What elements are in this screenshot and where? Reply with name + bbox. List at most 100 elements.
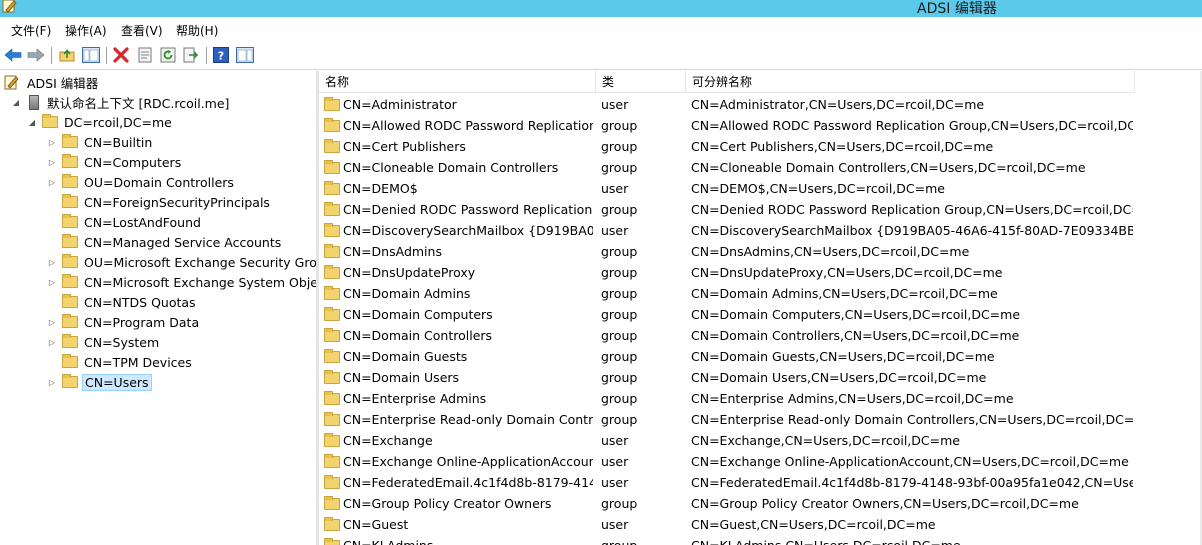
cell-name: CN=DiscoverySearchMailbox {D919BA05... [343,223,593,238]
tree-item-label: CN=TPM Devices [84,354,192,370]
list-row[interactable]: CN=Denied RODC Password Replication ... g… [319,199,1202,220]
expand-arrow-icon[interactable]: ▷ [46,158,58,167]
tree-item-label: CN=Program Data [84,314,200,330]
tree-item[interactable]: CN=LostAndFound [46,212,203,232]
cell-name: CN=Domain Guests [343,349,468,364]
folder-icon [324,516,340,531]
cell-class: user [601,475,629,490]
cell-name: CN=DnsUpdateProxy [343,265,476,280]
folder-icon [324,117,340,132]
up-folder-icon[interactable] [58,46,76,64]
list-row[interactable]: CN=DnsUpdateProxy group CN=DnsUpdateProxy,… [319,262,1202,283]
menu-view[interactable]: 查看(V) [121,22,163,39]
list-row[interactable]: CN=Group Policy Creator Owners group CN=Gr… [319,493,1202,514]
list-row[interactable]: CN=Domain Guests group CN=Domain Guests,CN… [319,346,1202,367]
expand-arrow-icon[interactable]: ▷ [46,258,58,267]
title-bar[interactable]: ADSI 编辑器 [0,0,1202,17]
expand-arrow-icon[interactable]: ▷ [46,178,58,187]
back-arrow-icon[interactable] [4,46,22,64]
tree-item[interactable]: ▷ CN=Microsoft Exchange System Object [46,272,316,292]
folder-icon [62,214,78,228]
tree-connection[interactable]: ◢ 默认命名上下文 [RDC.rcoil.me] [10,92,231,112]
export-list-icon[interactable] [182,46,200,64]
list-row[interactable]: CN=Cloneable Domain Controllers group CN=C… [319,157,1202,178]
action-pane-icon[interactable] [236,46,254,64]
help-icon[interactable]: ? [212,46,230,64]
menu-help[interactable]: 帮助(H) [176,22,218,39]
collapse-arrow-icon[interactable]: ◢ [10,98,22,107]
tree-item[interactable]: CN=NTDS Quotas [46,292,198,312]
tree-item[interactable]: ▷ CN=Users [46,372,152,392]
tree-item[interactable]: CN=ForeignSecurityPrincipals [46,192,272,212]
menu-file[interactable]: 文件(F) [11,22,51,39]
tree-item[interactable]: CN=Managed Service Accounts [46,232,283,252]
expand-arrow-icon[interactable]: ▷ [46,278,58,287]
column-header-dn[interactable]: 可分辨名称 [686,71,1135,93]
forward-arrow-icon[interactable] [27,46,45,64]
folder-icon [324,201,340,216]
tree-item[interactable]: ▷ OU=Domain Controllers [46,172,236,192]
cell-class: group [601,286,638,301]
cell-class: group [601,160,638,175]
list-row[interactable]: CN=Domain Admins group CN=Domain Admins,CN… [319,283,1202,304]
menu-action[interactable]: 操作(A) [65,22,107,39]
folder-icon [62,134,78,148]
tree-item[interactable]: ▷ CN=Computers [46,152,183,172]
cell-name: CN=Denied RODC Password Replication ... [343,202,593,217]
list-row[interactable]: CN=Guest user CN=Guest,CN=Users,DC=rcoil,D… [319,514,1202,535]
toolbar-separator [106,47,107,64]
menu-bar: 文件(F) 操作(A) 查看(V) 帮助(H) [0,17,1202,41]
tree-item[interactable]: ▷ OU=Microsoft Exchange Security Group [46,252,316,272]
tree-item[interactable]: ▷ CN=Builtin [46,132,154,152]
list-row[interactable]: CN=Domain Computers group CN=Domain Comput… [319,304,1202,325]
cell-name: CN=Domain Controllers [343,328,493,343]
list-row[interactable]: CN=Enterprise Admins group CN=Enterprise A… [319,388,1202,409]
list-row[interactable]: CN=DEMO$ user CN=DEMO$,CN=Users,DC=rcoil,D… [319,178,1202,199]
cell-class: group [601,202,638,217]
tree-item-label: CN=Computers [84,154,182,170]
cell-dn: CN=Domain Computers,CN=Users,DC=rcoil,DC… [691,307,1021,322]
list-row[interactable]: CN=FederatedEmail.4c1f4d8b-8179-4148... u… [319,472,1202,493]
tree-item[interactable]: ▷ CN=System [46,332,161,352]
folder-icon [62,374,78,388]
folder-icon [324,159,340,174]
refresh-icon[interactable] [159,46,177,64]
tree-item[interactable]: ▷ CN=Program Data [46,312,201,332]
cell-name: CN=Guest [343,517,409,532]
list-row[interactable]: CN=Enterprise Read-only Domain Contr... g… [319,409,1202,430]
folder-icon [42,114,58,128]
list-row[interactable]: CN=Exchange Online-ApplicationAccount use… [319,451,1202,472]
list-row[interactable]: CN=Cert Publishers group CN=Cert Publisher… [319,136,1202,157]
cell-name: CN=Administrator [343,97,457,112]
adsi-app-icon [2,0,17,13]
list-row[interactable]: CN=Exchange user CN=Exchange,CN=Users,DC=r… [319,430,1202,451]
list-row[interactable]: CN=Domain Users group CN=Domain Users,CN=U… [319,367,1202,388]
tree-domain[interactable]: ◢ DC=rcoil,DC=me [26,112,174,132]
list-row[interactable]: CN=Administrator user CN=Administrator,CN=… [319,94,1202,115]
show-hide-tree-icon[interactable] [82,46,100,64]
tree-item[interactable]: CN=TPM Devices [46,352,194,372]
object-list[interactable]: 名称 类 可分辨名称 CN=Administrator user CN=Admini… [319,71,1202,545]
list-row[interactable]: CN=Domain Controllers group CN=Domain Cont… [319,325,1202,346]
toolbar-separator [51,47,52,64]
tree-root[interactable]: ADSI 编辑器 [4,72,100,92]
list-row[interactable]: CN=KLAdmins group CN=KLAdmins,CN=Users,DC=… [319,535,1202,545]
expand-arrow-icon[interactable]: ▷ [46,378,58,387]
cell-dn: CN=Cloneable Domain Controllers,CN=Users… [691,160,1086,175]
expand-arrow-icon[interactable]: ▷ [46,338,58,347]
expand-arrow-icon[interactable]: ▷ [46,318,58,327]
collapse-arrow-icon[interactable]: ◢ [26,118,38,127]
column-header-name[interactable]: 名称 [319,71,596,93]
console-tree[interactable]: ADSI 编辑器 ◢ 默认命名上下文 [RDC.rcoil.me] ◢ DC=r… [0,71,316,545]
folder-icon [62,274,78,288]
properties-icon[interactable] [136,46,154,64]
folder-icon [62,154,78,168]
list-row[interactable]: CN=Allowed RODC Password Replication... g… [319,115,1202,136]
delete-icon[interactable] [112,46,130,64]
cell-name: CN=Cert Publishers [343,139,466,154]
folder-icon [324,327,340,342]
expand-arrow-icon[interactable]: ▷ [46,138,58,147]
list-row[interactable]: CN=DiscoverySearchMailbox {D919BA05... us… [319,220,1202,241]
column-header-class[interactable]: 类 [596,71,686,93]
list-row[interactable]: CN=DnsAdmins group CN=DnsAdmins,CN=Users,D… [319,241,1202,262]
